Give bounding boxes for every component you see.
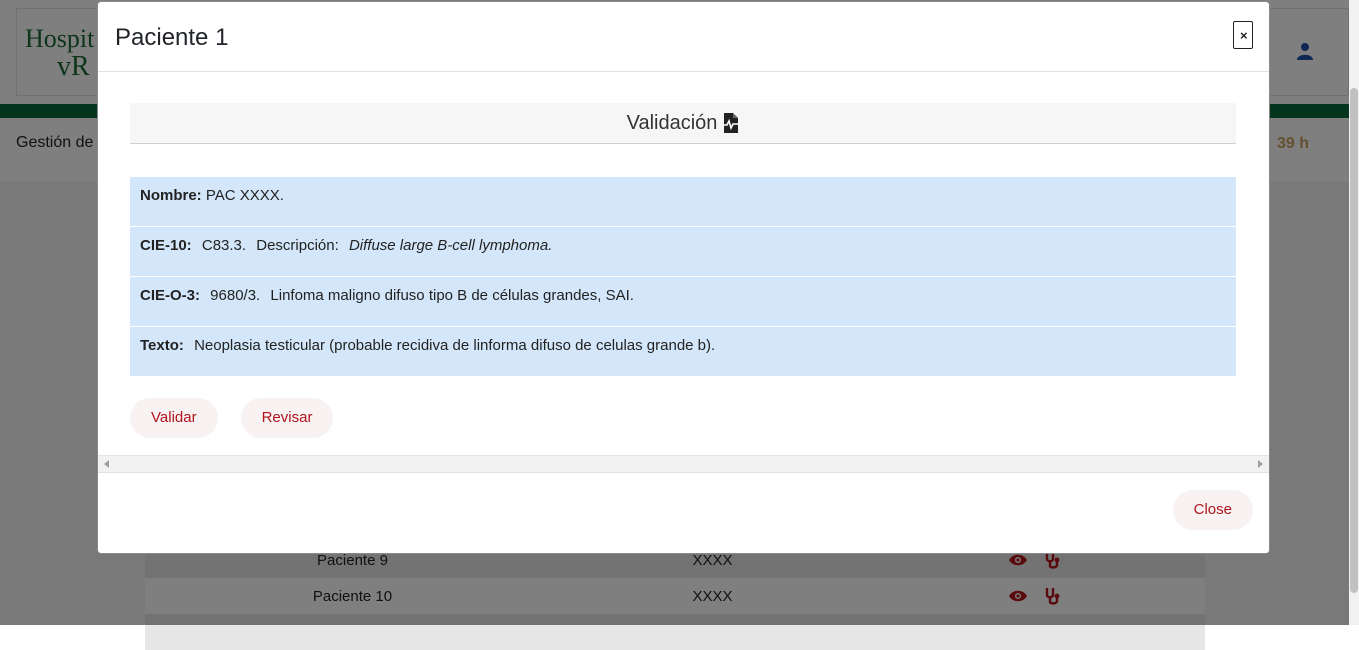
medical-file-icon xyxy=(723,113,740,133)
close-button[interactable]: Close xyxy=(1172,490,1253,530)
revisar-button[interactable]: Revisar xyxy=(240,398,334,438)
nombre-label: Nombre: xyxy=(140,187,202,204)
nombre-value: PAC XXXX. xyxy=(205,187,284,204)
modal-title: Paciente 1 xyxy=(115,24,229,51)
section-title: Validación xyxy=(626,111,718,134)
validation-header: Validación xyxy=(130,103,1236,144)
scroll-left-icon[interactable] xyxy=(104,460,109,468)
cie10-desc-label: Descripción: xyxy=(256,237,339,254)
list-item-cieo3: CIE-O-3: 9680/3. Linfoma maligno difuso … xyxy=(130,277,1236,327)
modal-footer: Close xyxy=(98,472,1269,553)
list-item-cie10: CIE-10: C83.3. Descripción: Diffuse larg… xyxy=(130,227,1236,277)
cieo3-code: 9680/3. xyxy=(210,287,261,304)
list-item-nombre: Nombre: PAC XXXX. xyxy=(130,177,1236,227)
texto-value: Neoplasia testicular (probable recidiva … xyxy=(194,337,716,354)
patient-info-list: Nombre: PAC XXXX. CIE-10: C83.3. Descrip… xyxy=(130,177,1236,377)
cieo3-label: CIE-O-3: xyxy=(140,287,200,304)
modal-body: Validación Nombre: PAC XXXX. CIE-10: C83… xyxy=(98,72,1269,473)
modal-header: Paciente 1 × xyxy=(98,2,1269,72)
validar-button[interactable]: Validar xyxy=(130,398,218,438)
close-icon[interactable]: × xyxy=(1233,21,1253,49)
cieo3-description: Linfoma maligno difuso tipo B de células… xyxy=(270,287,634,304)
cie10-description: Diffuse large B-cell lymphoma. xyxy=(348,237,553,254)
scroll-right-icon[interactable] xyxy=(1258,460,1263,468)
list-item-texto: Texto: Neoplasia testicular (probable re… xyxy=(130,327,1236,377)
patient-modal: Paciente 1 × Validación Nombre: PAC XXXX… xyxy=(97,1,1270,554)
cie10-label: CIE-10: xyxy=(140,237,192,254)
action-buttons: Validar Revisar xyxy=(130,398,334,438)
cie10-code: C83.3. xyxy=(201,237,247,254)
horizontal-scrollbar[interactable] xyxy=(98,455,1269,473)
texto-label: Texto: xyxy=(140,337,184,354)
page-scrollbar-thumb[interactable] xyxy=(1350,88,1358,593)
page-scrollbar[interactable] xyxy=(1349,0,1359,625)
